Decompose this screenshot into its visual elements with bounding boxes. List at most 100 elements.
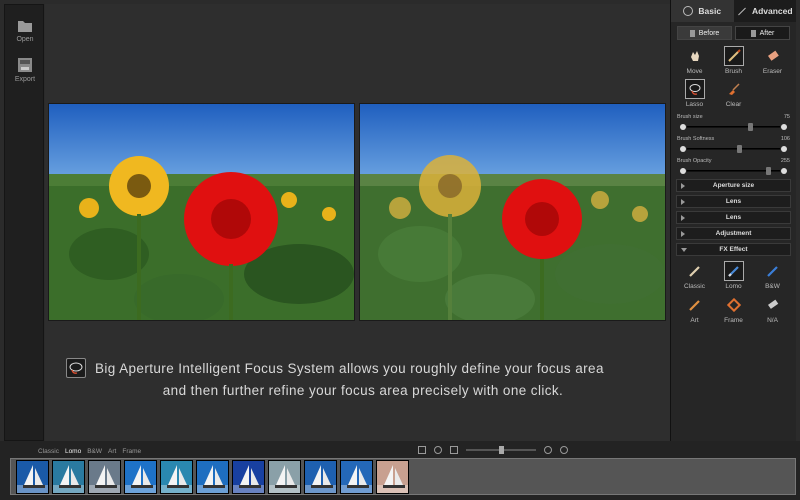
filmstrip-thumbnail[interactable] (304, 460, 337, 494)
before-photo[interactable] (48, 103, 355, 321)
rotate-cw-icon[interactable] (544, 446, 552, 454)
slider-value: 106 (780, 136, 790, 142)
slider-track[interactable] (677, 122, 790, 132)
tab-advanced[interactable]: Advanced (734, 0, 797, 22)
filmstrip-thumbnail[interactable] (268, 460, 301, 494)
tool-eraser[interactable]: Eraser (753, 46, 792, 75)
slider-label: Brush Opacity (677, 158, 712, 164)
filmstrip-tab-2[interactable]: B&W (87, 448, 102, 455)
before-button[interactable]: Before (677, 26, 732, 40)
tool-brush-label: Brush (725, 68, 742, 75)
tool-clear-label: Clear (725, 101, 742, 108)
slider-thumb[interactable] (748, 123, 754, 131)
slider-thumb[interactable] (736, 145, 742, 153)
filmstrip-tab-3[interactable]: Art (108, 448, 116, 455)
open-label: Open (16, 36, 34, 43)
filmstrip-thumbnail[interactable] (160, 460, 193, 494)
fx-bw[interactable]: B&W (753, 261, 792, 290)
fit-icon[interactable] (418, 446, 426, 454)
filmstrip-thumbnail[interactable] (232, 460, 265, 494)
slider-min-dot (680, 146, 686, 152)
clear-broom-icon (724, 79, 744, 99)
aperture-icon (683, 6, 694, 16)
fx-lomo[interactable]: Lomo (714, 261, 753, 290)
slider-max-dot (781, 124, 787, 130)
fx-na[interactable]: N/A (753, 295, 792, 324)
export-button[interactable]: Export (5, 43, 45, 83)
section-4[interactable]: FX Effect (676, 243, 791, 256)
rotate-ccw-icon[interactable] (560, 446, 568, 454)
filmstrip-thumbnail[interactable] (124, 460, 157, 494)
open-button[interactable]: Open (5, 5, 45, 43)
tool-grid: Move Brush Eraser Lasso Clear (671, 44, 796, 110)
slider-min-dot (680, 168, 686, 174)
section-1[interactable]: Lens (676, 195, 791, 208)
slider-thumb[interactable] (766, 167, 772, 175)
section-label: Aperture size (712, 182, 755, 189)
zoom-controls (418, 446, 568, 454)
section-2[interactable]: Lens (676, 211, 791, 224)
slider-head: Brush Softness 106 (677, 136, 790, 142)
tool-lasso[interactable]: Lasso (675, 79, 714, 108)
slider-line (687, 148, 780, 150)
section-0[interactable]: Aperture size (676, 179, 791, 192)
brush-icon (723, 46, 744, 66)
filmstrip-thumbnail[interactable] (52, 460, 85, 494)
center-icon[interactable] (434, 446, 442, 454)
bw-pencil-icon (763, 261, 783, 281)
lasso-icon (684, 79, 705, 99)
filmstrip-thumbnail[interactable] (340, 460, 373, 494)
wand-icon (738, 7, 746, 15)
fx-classic-label: Classic (684, 283, 705, 290)
filmstrip-thumbnail[interactable] (16, 460, 49, 494)
caption-line-2: and then further refine your focus area … (162, 383, 564, 398)
slider-track[interactable] (677, 144, 790, 154)
fx-na-label: N/A (767, 317, 778, 324)
left-toolbar: Open Export (4, 4, 44, 441)
fx-frame-label: Frame (724, 317, 743, 324)
filmstrip-tab-0[interactable]: Classic (38, 448, 59, 455)
caption: Big Aperture Intelligent Focus System al… (63, 358, 663, 402)
fx-frame[interactable]: Frame (714, 295, 753, 324)
tab-basic[interactable]: Basic (671, 0, 734, 22)
filmstrip-tab-1[interactable]: Lomo (65, 448, 81, 455)
fx-lomo-label: Lomo (725, 283, 742, 290)
folder-icon (18, 21, 32, 32)
slider-2: Brush Opacity 255 (671, 158, 796, 176)
filmstrip-bar: Classic Lomo B&W Art Frame (0, 441, 800, 500)
slider-max-dot (781, 146, 787, 152)
fx-art[interactable]: Art (675, 295, 714, 324)
right-panel: Basic Advanced Before After Move Brush E… (670, 0, 796, 441)
after-button[interactable]: After (735, 26, 790, 40)
tool-move[interactable]: Move (675, 46, 714, 75)
filmstrip-thumbnail[interactable] (88, 460, 121, 494)
caption-line-1: Big Aperture Intelligent Focus System al… (95, 361, 604, 376)
filmstrip-thumbnail[interactable] (376, 460, 409, 494)
slider-value: 75 (783, 114, 790, 120)
zoom-slider-thumb[interactable] (498, 446, 504, 454)
filmstrip-thumbnail[interactable] (196, 460, 229, 494)
slider-label: Brush size (677, 114, 703, 120)
section-label: Lens (725, 214, 742, 221)
slider-1: Brush Softness 106 (671, 136, 796, 154)
eraser-icon (763, 46, 783, 66)
tool-brush[interactable]: Brush (714, 46, 753, 75)
section-3[interactable]: Adjustment (676, 227, 791, 240)
disclosure-triangle-icon (681, 182, 685, 189)
section-label: FX Effect (719, 246, 748, 253)
tool-clear[interactable]: Clear (714, 79, 753, 108)
art-brush-icon (685, 295, 705, 315)
crop-icon[interactable] (450, 446, 458, 454)
disclosure-triangle-icon (681, 214, 685, 221)
before-icon (689, 29, 695, 37)
na-eraser-icon (763, 295, 783, 315)
tool-move-label: Move (686, 68, 703, 75)
move-hand-icon (685, 46, 705, 66)
after-photo[interactable] (359, 103, 666, 321)
zoom-slider[interactable] (466, 446, 536, 454)
disclosure-triangle-icon (681, 247, 687, 252)
filmstrip-tab-4[interactable]: Frame (122, 448, 141, 455)
slider-track[interactable] (677, 166, 790, 176)
fx-classic[interactable]: Classic (675, 261, 714, 290)
fx-bw-label: B&W (765, 283, 780, 290)
